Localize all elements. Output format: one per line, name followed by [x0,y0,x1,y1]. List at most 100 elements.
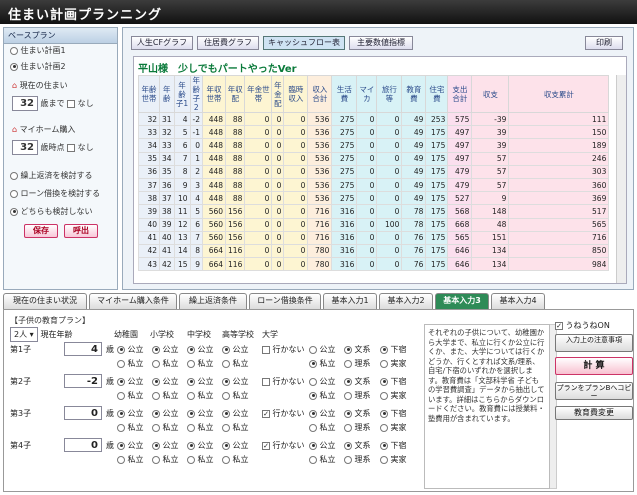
tab-input-6[interactable]: 基本入力2 [379,293,433,309]
tab-input-5[interactable]: 基本入力1 [323,293,377,309]
tab-input-3[interactable]: 繰上返済条件 [179,293,247,309]
university-public-option[interactable]: 公立 [309,344,336,355]
radio-icon[interactable] [187,409,195,418]
prepay-option[interactable]: 繰上返済を検討する [10,170,93,181]
university-private-option[interactable]: 私立 [309,454,336,465]
school-private-option[interactable]: 私立 [117,454,144,465]
school-private-option[interactable]: 私立 [152,358,179,369]
university-home-option[interactable]: 実家 [380,390,407,401]
radio-icon[interactable] [222,359,230,368]
school-private-option[interactable]: 私立 [222,422,249,433]
radio-icon[interactable] [152,391,160,400]
radio-icon[interactable] [344,455,352,464]
radio-icon[interactable] [309,441,317,450]
radio-icon[interactable] [380,409,388,418]
refinance-option[interactable]: ローン借換を検討する [10,188,100,199]
checkbox-icon[interactable]: ✓ [262,441,270,450]
radio-icon[interactable] [344,377,352,386]
school-public-option[interactable]: 公立 [117,376,144,387]
university-science-option[interactable]: 理系 [344,390,371,401]
school-public-option[interactable]: 公立 [117,440,144,451]
radio-icon[interactable] [309,409,317,418]
radio-icon[interactable] [152,409,160,418]
radio-icon[interactable] [222,391,230,400]
calculate-button[interactable]: 計 算 [555,357,633,375]
plan-1-option[interactable]: 住まい計画1 [10,45,66,56]
radio-icon[interactable] [222,377,230,386]
school-public-option[interactable]: 公立 [152,344,179,355]
school-public-option[interactable]: 公立 [187,376,214,387]
university-public-option[interactable]: 公立 [309,408,336,419]
radio-icon[interactable] [380,377,388,386]
child-count-select[interactable]: 2人 ▾ [10,327,38,342]
radio-icon[interactable] [309,423,317,432]
radio-icon[interactable] [187,377,195,386]
radio-icon[interactable] [222,423,230,432]
university-notgo-option[interactable]: 行かない [262,376,305,387]
radio-icon[interactable] [187,455,195,464]
save-button[interactable]: 保存 [24,224,58,238]
university-home-option[interactable]: 実家 [380,358,407,369]
school-private-option[interactable]: 私立 [187,454,214,465]
university-private-option[interactable]: 私立 [309,358,336,369]
radio-icon[interactable] [152,441,160,450]
university-private-option[interactable]: 私立 [309,390,336,401]
load-button[interactable]: 呼出 [64,224,98,238]
radio-icon[interactable] [152,345,160,354]
radio-icon[interactable] [344,441,352,450]
university-literature-option[interactable]: 文系 [344,376,371,387]
radio-icon[interactable] [344,423,352,432]
radio-icon[interactable] [152,377,160,386]
school-public-option[interactable]: 公立 [152,408,179,419]
radio-icon[interactable] [344,345,352,354]
cashflow-table-button[interactable]: キャッシュフロー表 [263,36,345,50]
radio-icon[interactable] [152,359,160,368]
tab-input-8[interactable]: 基本入力4 [491,293,545,309]
school-public-option[interactable]: 公立 [222,344,249,355]
table-scrollbar[interactable] [616,75,626,283]
university-literature-option[interactable]: 文系 [344,408,371,419]
school-private-option[interactable]: 私立 [117,422,144,433]
university-boarding-option[interactable]: 下宿 [380,408,407,419]
radio-icon[interactable] [10,46,18,55]
radio-icon[interactable] [222,345,230,354]
school-private-option[interactable]: 私立 [152,390,179,401]
tab-input-2[interactable]: マイホーム購入条件 [89,293,177,309]
current-home-none-checkbox[interactable] [67,99,76,108]
radio-icon[interactable] [344,359,352,368]
university-boarding-option[interactable]: 下宿 [380,440,407,451]
radio-icon[interactable] [117,409,125,418]
university-literature-option[interactable]: 文系 [344,440,371,451]
checkbox-icon[interactable] [262,377,270,386]
radio-icon[interactable] [222,409,230,418]
school-private-option[interactable]: 私立 [152,422,179,433]
radio-icon[interactable] [117,377,125,386]
radio-selected-icon[interactable] [10,207,18,216]
neither-option[interactable]: どちらも検討しない [10,206,93,217]
radio-icon[interactable] [10,171,18,180]
education-cost-change-button[interactable]: 教育費変更 [555,406,633,420]
child-age-input[interactable]: 0 [64,406,102,420]
radio-icon[interactable] [117,423,125,432]
university-science-option[interactable]: 理系 [344,454,371,465]
checkbox-icon[interactable]: ✓ [262,409,270,418]
radio-selected-icon[interactable] [10,62,18,71]
university-notgo-option[interactable]: 行かない [262,344,305,355]
university-boarding-option[interactable]: 下宿 [380,344,407,355]
university-science-option[interactable]: 理系 [344,422,371,433]
radio-icon[interactable] [380,423,388,432]
radio-icon[interactable] [344,409,352,418]
checkbox-icon[interactable] [262,345,270,354]
university-private-option[interactable]: 私立 [309,422,336,433]
key-indicators-button[interactable]: 主要数値指標 [349,36,413,50]
school-public-option[interactable]: 公立 [187,440,214,451]
radio-icon[interactable] [222,455,230,464]
school-private-option[interactable]: 私立 [152,454,179,465]
tab-input-1[interactable]: 現在の住まい状況 [3,293,87,309]
radio-icon[interactable] [187,441,195,450]
school-private-option[interactable]: 私立 [117,358,144,369]
child-age-input[interactable]: -2 [64,374,102,388]
buy-home-none-checkbox[interactable] [67,143,76,152]
school-public-option[interactable]: 公立 [187,344,214,355]
radio-icon[interactable] [309,377,317,386]
